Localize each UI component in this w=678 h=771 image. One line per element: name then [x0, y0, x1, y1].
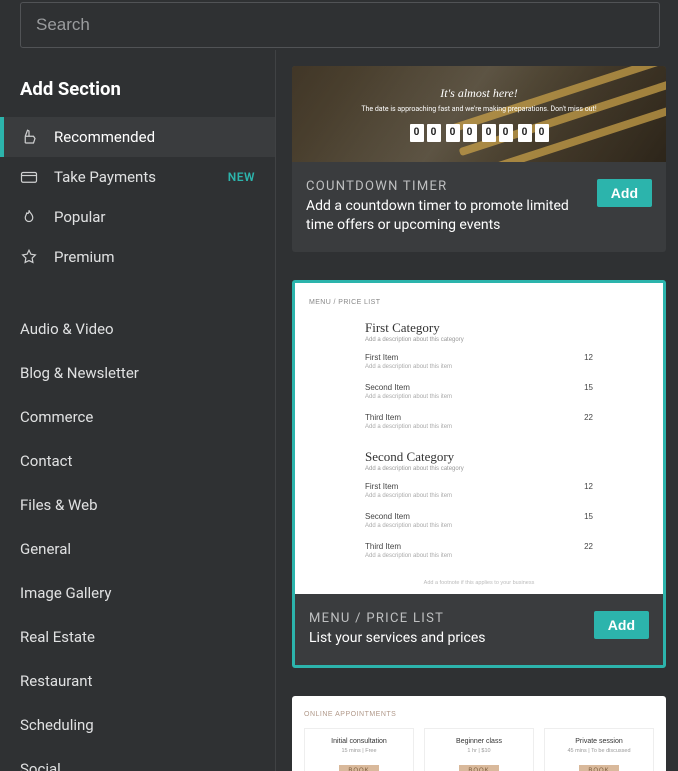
- menu-item-price: 22: [584, 413, 593, 422]
- category-list: Audio & Video Blog & Newsletter Commerce…: [0, 277, 275, 771]
- menu-preview: MENU / PRICE LIST First Category Add a d…: [295, 283, 663, 594]
- menu-item-desc: Add a description about this item: [365, 553, 584, 559]
- book-button[interactable]: BOOK: [339, 765, 378, 771]
- menu-item-price: 22: [584, 542, 593, 551]
- digit: 0: [482, 124, 496, 142]
- card-title: MENU / PRICE LIST: [309, 611, 582, 626]
- menu-item-price: 15: [584, 512, 593, 521]
- add-button[interactable]: Add: [597, 179, 652, 207]
- star-icon: [20, 248, 38, 266]
- menu-item-desc: Add a description about this item: [365, 424, 584, 430]
- cat-blog-newsletter[interactable]: Blog & Newsletter: [0, 351, 275, 395]
- card-online-appointments[interactable]: ONLINE APPOINTMENTS Initial consultation…: [292, 696, 666, 771]
- card-title: COUNTDOWN TIMER: [306, 179, 585, 194]
- book-button[interactable]: BOOK: [459, 765, 498, 771]
- search-input[interactable]: [20, 2, 660, 48]
- thumbs-up-icon: [20, 128, 38, 146]
- menu-item-desc: Add a description about this item: [365, 394, 584, 400]
- menu-category-desc: Add a description about this category: [365, 337, 593, 343]
- nav-recommended[interactable]: Recommended: [0, 117, 275, 157]
- appt-meta: 45 mins | To be discussed: [550, 748, 648, 754]
- digit: 0: [535, 124, 549, 142]
- card-icon: [20, 168, 38, 186]
- menu-item: First Item Add a description about this i…: [365, 353, 593, 370]
- content: It's almost here! The date is approachin…: [276, 50, 678, 771]
- cat-files-web[interactable]: Files & Web: [0, 483, 275, 527]
- appt-crumb: ONLINE APPOINTMENTS: [304, 711, 654, 718]
- menu-item-name: Third Item: [365, 542, 584, 551]
- countdown-preview: It's almost here! The date is approachin…: [292, 66, 666, 162]
- appt-preview: ONLINE APPOINTMENTS Initial consultation…: [292, 696, 666, 771]
- menu-item: Second Item Add a description about this …: [365, 383, 593, 400]
- digit: 0: [410, 124, 424, 142]
- menu-item-name: Third Item: [365, 413, 584, 422]
- card-desc: Add a countdown timer to promote limited…: [306, 197, 585, 235]
- menu-footnote: Add a footnote if this applies to your b…: [309, 578, 649, 586]
- digit: 0: [463, 124, 477, 142]
- cat-commerce[interactable]: Commerce: [0, 395, 275, 439]
- nav-label: Premium: [54, 248, 115, 266]
- flame-icon: [20, 208, 38, 226]
- digit: 0: [427, 124, 441, 142]
- sidebar: Add Section Recommended Take Payments NE…: [0, 50, 276, 771]
- nav-label: Recommended: [54, 128, 155, 146]
- appt-card: Private session 45 mins | To be discussed…: [544, 728, 654, 771]
- cat-image-gallery[interactable]: Image Gallery: [0, 571, 275, 615]
- nav-label: Take Payments: [54, 168, 156, 186]
- cat-scheduling[interactable]: Scheduling: [0, 703, 275, 747]
- menu-item-desc: Add a description about this item: [365, 493, 584, 499]
- sidebar-heading: Add Section: [0, 50, 275, 117]
- cat-social[interactable]: Social: [0, 747, 275, 771]
- nav-popular[interactable]: Popular: [0, 197, 275, 237]
- menu-item: Third Item Add a description about this i…: [365, 542, 593, 559]
- countdown-headline: It's almost here!: [440, 86, 517, 101]
- countdown-digits: 00 00 00 00: [410, 124, 549, 142]
- card-desc: List your services and prices: [309, 629, 582, 648]
- menu-item-desc: Add a description about this item: [365, 364, 584, 370]
- menu-item-name: Second Item: [365, 512, 584, 521]
- card-countdown[interactable]: It's almost here! The date is approachin…: [292, 66, 666, 252]
- menu-item: First Item Add a description about this i…: [365, 482, 593, 499]
- cat-audio-video[interactable]: Audio & Video: [0, 307, 275, 351]
- new-badge: NEW: [228, 170, 255, 184]
- cat-restaurant[interactable]: Restaurant: [0, 659, 275, 703]
- menu-item: Third Item Add a description about this i…: [365, 413, 593, 430]
- book-button[interactable]: BOOK: [579, 765, 618, 771]
- cat-contact[interactable]: Contact: [0, 439, 275, 483]
- menu-item: Second Item Add a description about this …: [365, 512, 593, 529]
- cat-real-estate[interactable]: Real Estate: [0, 615, 275, 659]
- appt-name: Initial consultation: [310, 738, 408, 745]
- menu-item-price: 12: [584, 353, 593, 362]
- menu-category-desc: Add a description about this category: [365, 466, 593, 472]
- digit: 0: [499, 124, 513, 142]
- nav-premium[interactable]: Premium: [0, 237, 275, 277]
- appt-card: Beginner class 1 hr | $10 BOOK: [424, 728, 534, 771]
- add-button[interactable]: Add: [594, 611, 649, 639]
- countdown-sub: The date is approaching fast and we're m…: [361, 105, 596, 114]
- nav-take-payments[interactable]: Take Payments NEW: [0, 157, 275, 197]
- digit: 0: [446, 124, 460, 142]
- menu-category: Second Category: [365, 449, 593, 465]
- cat-general[interactable]: General: [0, 527, 275, 571]
- menu-item-desc: Add a description about this item: [365, 523, 584, 529]
- card-menu-price-list[interactable]: MENU / PRICE LIST First Category Add a d…: [292, 280, 666, 668]
- menu-item-name: First Item: [365, 353, 584, 362]
- appt-name: Private session: [550, 738, 648, 745]
- menu-item-name: Second Item: [365, 383, 584, 392]
- nav-label: Popular: [54, 208, 106, 226]
- appt-meta: 15 mins | Free: [310, 748, 408, 754]
- menu-item-price: 12: [584, 482, 593, 491]
- appt-meta: 1 hr | $10: [430, 748, 528, 754]
- menu-category: First Category: [365, 320, 593, 336]
- menu-item-name: First Item: [365, 482, 584, 491]
- menu-crumb: MENU / PRICE LIST: [309, 299, 649, 306]
- appt-card: Initial consultation 15 mins | Free BOOK: [304, 728, 414, 771]
- menu-item-price: 15: [584, 383, 593, 392]
- digit: 0: [518, 124, 532, 142]
- appt-name: Beginner class: [430, 738, 528, 745]
